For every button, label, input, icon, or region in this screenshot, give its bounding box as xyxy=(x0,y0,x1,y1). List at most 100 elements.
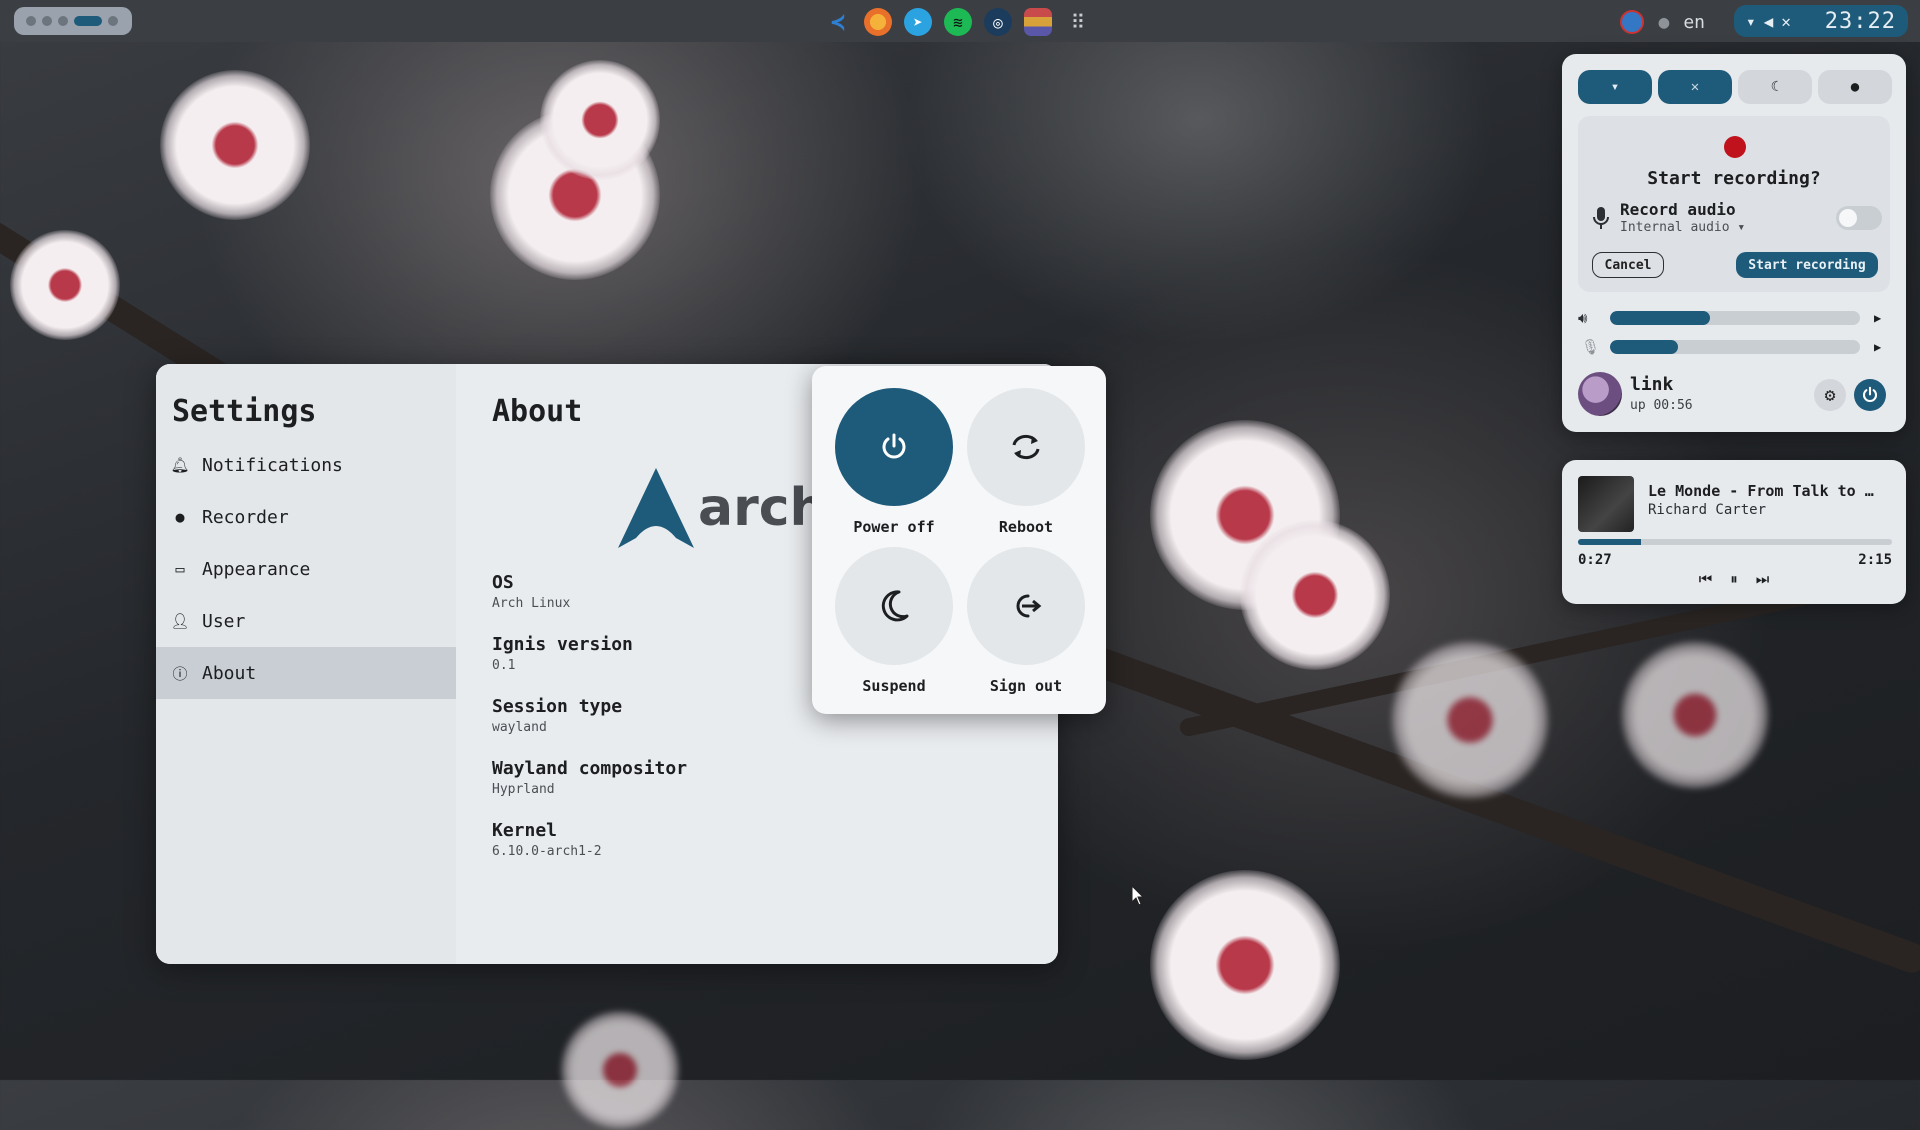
sign-out-circle[interactable] xyxy=(967,547,1085,665)
vscode-icon[interactable]: ≺ xyxy=(824,8,852,36)
notification-app-icon[interactable] xyxy=(1620,10,1645,34)
playback-controls: ⏮ ⏸ ⏭ xyxy=(1562,570,1906,588)
power-icon xyxy=(882,433,906,459)
spotify-tray-icon[interactable]: ● xyxy=(1658,12,1669,33)
volume-row: 🔊︎ ▶ xyxy=(1578,308,1890,328)
notifications-muted-icon: ✕ xyxy=(1781,11,1791,31)
avatar xyxy=(1578,372,1622,416)
cursor-icon xyxy=(1131,885,1145,906)
sign-out-button[interactable]: Sign out xyxy=(966,547,1086,695)
info-value: wayland xyxy=(492,720,547,735)
user-icon: 👤︎ xyxy=(170,612,190,630)
notifications-muted-icon: ✕ xyxy=(1690,79,1700,95)
workspace-dot[interactable] xyxy=(26,16,36,26)
bell-icon: 🔔︎ xyxy=(170,456,190,474)
status-pill[interactable]: ▾ ◀ ✕ 23:22 xyxy=(1734,5,1908,37)
info-os: OS Arch Linux xyxy=(492,572,570,611)
info-label: Kernel xyxy=(492,820,558,841)
suspend-button[interactable]: Suspend xyxy=(834,547,954,695)
switch-knob xyxy=(1839,209,1857,227)
current-time: 0:27 xyxy=(1578,552,1612,568)
playback-progress[interactable] xyxy=(1578,539,1892,545)
next-icon[interactable]: ⏭ xyxy=(1756,570,1770,588)
audio-source-value: Internal audio xyxy=(1620,220,1730,235)
pinned-apps: ≺ ➤ ≋ ◎ ⠿ xyxy=(824,8,1092,36)
top-bar: ≺ ➤ ≋ ◎ ⠿ ● en ▾ ◀ ✕ 23:22 xyxy=(0,0,1920,42)
firefox-icon[interactable] xyxy=(864,8,892,36)
info-icon: ⓘ xyxy=(172,664,188,683)
workspace-dot[interactable] xyxy=(42,16,52,26)
power-button[interactable] xyxy=(1854,379,1886,411)
info-label: Ignis version xyxy=(492,634,633,655)
telegram-icon[interactable]: ➤ xyxy=(904,8,932,36)
sidebar-item-notifications[interactable]: 🔔︎ Notifications xyxy=(156,439,456,491)
gear-icon: ⚙ xyxy=(1824,384,1836,406)
steam-icon[interactable]: ◎ xyxy=(984,8,1012,36)
sidebar-item-user[interactable]: 👤︎ User xyxy=(156,595,456,647)
reboot-circle[interactable] xyxy=(967,388,1085,506)
suspend-label: Suspend xyxy=(862,677,926,695)
system-tray: ● en xyxy=(1620,10,1705,34)
sidebar-item-appearance[interactable]: ▭ Appearance xyxy=(156,543,456,595)
sidebar-item-recorder[interactable]: ● Recorder xyxy=(156,491,456,543)
sidebar-item-label: About xyxy=(202,662,257,684)
recording-title: Start recording? xyxy=(1647,168,1821,189)
arch-logo-icon xyxy=(618,468,694,548)
cancel-button[interactable]: Cancel xyxy=(1592,252,1664,278)
microphone-icon[interactable]: 🎙︎ xyxy=(1581,338,1600,356)
sidebar-item-label: Appearance xyxy=(202,558,311,580)
spotify-icon[interactable]: ≋ xyxy=(944,8,972,36)
chevron-right-icon[interactable]: ▶ xyxy=(1874,311,1881,325)
previous-icon[interactable]: ⏮ xyxy=(1699,570,1713,588)
reboot-button[interactable]: Reboot xyxy=(966,388,1086,536)
suspend-circle[interactable] xyxy=(835,547,953,665)
info-session-type: Session type wayland xyxy=(492,696,622,735)
pause-icon[interactable]: ⏸ xyxy=(1730,570,1738,588)
power-off-circle[interactable] xyxy=(835,388,953,506)
volume-icon: ◀ xyxy=(1763,11,1774,31)
info-label: Session type xyxy=(492,696,623,717)
night-light-toggle[interactable]: ☾ xyxy=(1738,70,1812,104)
dnd-toggle[interactable]: ✕ xyxy=(1658,70,1732,104)
settings-sidebar: Settings 🔔︎ Notifications ● Recorder ▭ A… xyxy=(156,364,456,964)
control-center: ▾ ✕ ☾ ● Start recording? Record audio In… xyxy=(1562,54,1906,432)
total-time: 2:15 xyxy=(1858,552,1892,568)
volume-slider-fill xyxy=(1610,311,1710,325)
playback-progress-fill xyxy=(1578,539,1641,545)
sidebar-item-about[interactable]: ⓘ About xyxy=(156,647,456,699)
record-icon: ● xyxy=(1850,79,1860,95)
media-player: Le Monde - From Talk to … Richard Carter… xyxy=(1562,460,1906,604)
workspace-active[interactable] xyxy=(74,16,102,26)
power-off-label: Power off xyxy=(853,518,935,536)
settings-button[interactable]: ⚙ xyxy=(1814,379,1846,411)
language-indicator[interactable]: en xyxy=(1683,12,1705,33)
sign-out-label: Sign out xyxy=(989,677,1063,695)
record-audio-switch[interactable] xyxy=(1836,206,1882,230)
workspace-dot[interactable] xyxy=(108,16,118,26)
info-value: Hyprland xyxy=(492,782,555,797)
app-grid-icon[interactable]: ⠿ xyxy=(1064,8,1092,36)
album-art xyxy=(1578,476,1634,532)
workspace-indicator[interactable] xyxy=(14,7,132,35)
wifi-icon: ▾ xyxy=(1746,11,1756,31)
chevron-down-icon: ▾ xyxy=(1737,220,1746,235)
chevron-right-icon[interactable]: ▶ xyxy=(1874,340,1881,354)
workspace-dot[interactable] xyxy=(58,16,68,26)
record-icon: ● xyxy=(175,508,185,526)
start-recording-button[interactable]: Start recording xyxy=(1736,252,1878,278)
wifi-icon: ▾ xyxy=(1610,79,1620,95)
volume-slider[interactable] xyxy=(1610,311,1860,325)
flag-icon[interactable] xyxy=(1024,8,1052,36)
sidebar-item-label: Notifications xyxy=(202,454,343,476)
audio-source-dropdown[interactable]: Internal audio ▾ xyxy=(1620,220,1745,235)
record-toggle[interactable]: ● xyxy=(1818,70,1892,104)
uptime: up 00:56 xyxy=(1630,398,1693,413)
wifi-toggle[interactable]: ▾ xyxy=(1578,70,1652,104)
sign-out-icon xyxy=(1016,594,1042,618)
reboot-icon xyxy=(1012,434,1040,460)
info-value: 0.1 xyxy=(492,658,516,673)
power-off-button[interactable]: Power off xyxy=(834,388,954,536)
record-indicator-icon xyxy=(1724,136,1746,158)
microphone-slider[interactable] xyxy=(1610,340,1860,354)
volume-icon[interactable]: 🔊︎ xyxy=(1578,309,1587,327)
